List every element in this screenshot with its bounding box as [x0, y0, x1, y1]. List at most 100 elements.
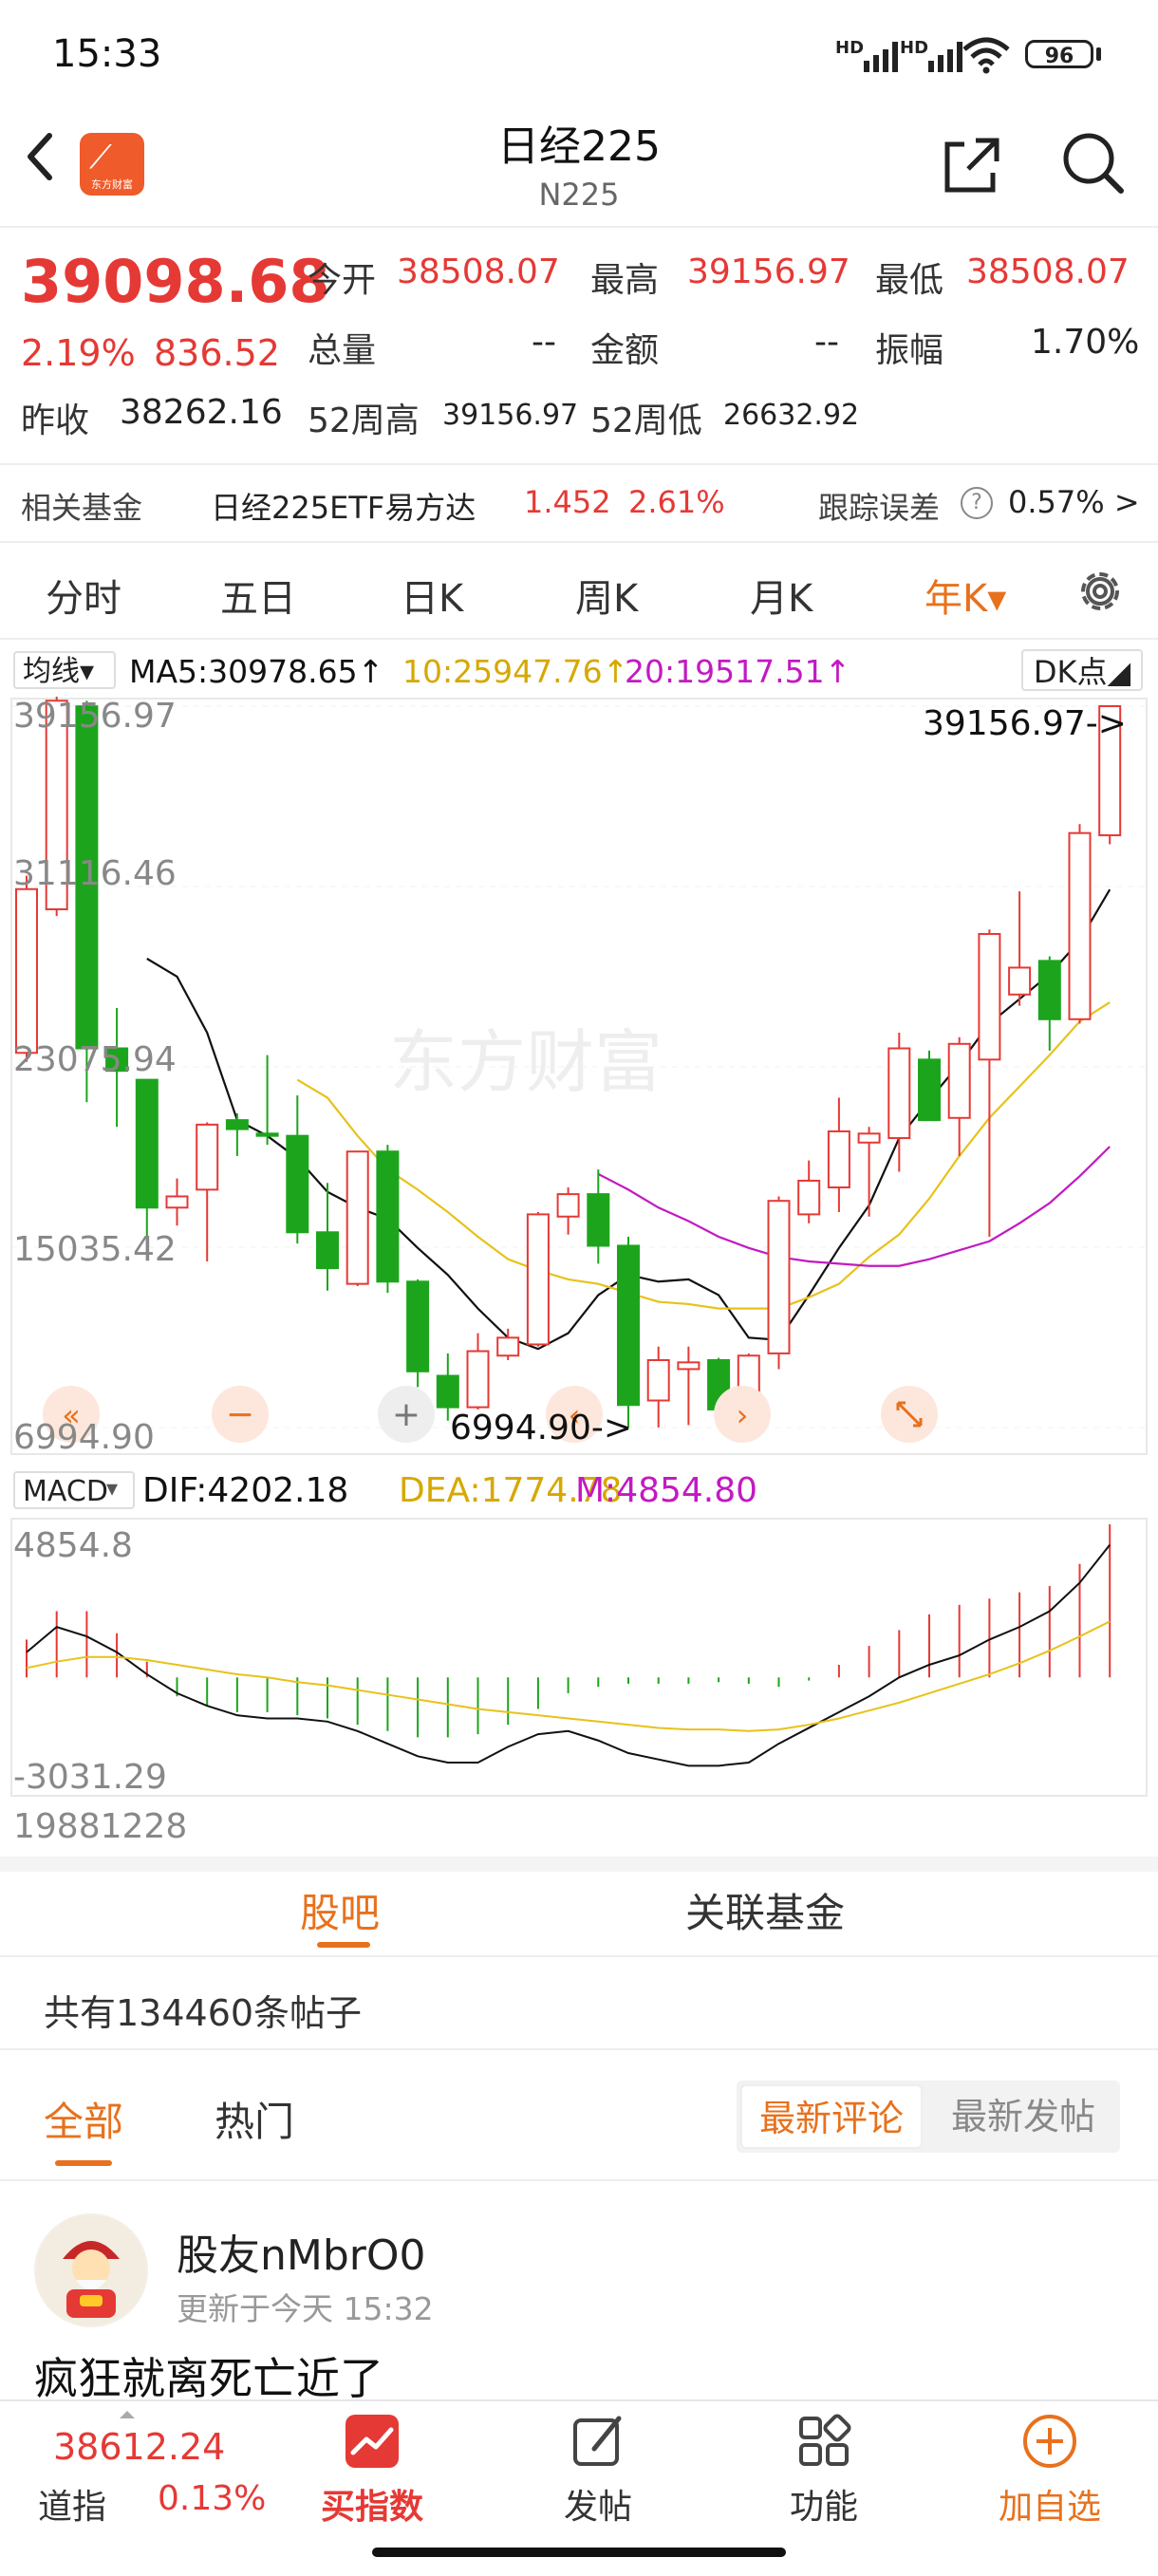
prev-close-label: 昨收 [21, 401, 90, 440]
candle-body[interactable] [767, 1200, 791, 1354]
sort-latest-post[interactable]: 最新发帖 [930, 2084, 1116, 2149]
ma20-line [597, 1146, 1111, 1267]
related-fund-pct: 2.61% [628, 484, 725, 520]
dow-index-value[interactable]: 38612.24 [53, 2426, 225, 2468]
wk52-high-value: 39156.97 [442, 399, 579, 432]
candle-body[interactable] [316, 1231, 339, 1270]
home-indicator[interactable] [372, 2548, 786, 2557]
change-amount: 836.52 [154, 332, 280, 374]
candle-body[interactable] [947, 1042, 971, 1119]
candle-body[interactable] [286, 1134, 309, 1234]
candle-body[interactable] [827, 1129, 850, 1189]
page-title: 日经225 [497, 122, 661, 171]
tab-five-day[interactable]: 五日 [220, 568, 296, 623]
ma20-value: 20:19517.51↑ [625, 653, 851, 690]
battery-icon: 96 [1025, 40, 1093, 68]
tracking-error-value[interactable]: 0.57% > [1008, 484, 1140, 520]
grid-icon[interactable] [795, 2413, 852, 2470]
high-value: 39156.97 [687, 252, 850, 291]
open-label: 今开 [308, 261, 377, 300]
candle-body[interactable] [857, 1132, 881, 1144]
candle-body[interactable] [617, 1244, 640, 1407]
tab-daily-k[interactable]: 日K [401, 568, 463, 623]
dk-point-button[interactable]: DK点◢ [1021, 649, 1143, 691]
logo-text: 东方财富 [91, 178, 133, 191]
signal-1-label: HD [835, 38, 865, 58]
tab-intraday[interactable]: 分时 [46, 568, 121, 623]
wifi-icon [962, 37, 1010, 74]
nav-add-watchlist[interactable]: 加自选 [979, 2479, 1121, 2529]
signal-2-label: HD [900, 38, 929, 58]
filter-hot[interactable]: 热门 [215, 2090, 294, 2148]
candle-body[interactable] [436, 1374, 459, 1409]
volume-label: 总量 [308, 331, 377, 370]
candle-body[interactable] [225, 1119, 249, 1130]
macd-y-bottom: -3031.29 [13, 1758, 167, 1797]
dow-index-label[interactable]: 道指 [38, 2479, 106, 2529]
back-icon[interactable] [21, 128, 59, 185]
high-label: 最高 [590, 261, 660, 300]
macd-dif-line [26, 1544, 1111, 1767]
macd-m: M:4854.80 [575, 1471, 758, 1510]
candle-body[interactable] [646, 1358, 670, 1402]
low-label: 最低 [875, 261, 944, 300]
tab-guba[interactable]: 股吧 [300, 1881, 380, 1939]
sort-latest-comment[interactable]: 最新评论 [740, 2084, 923, 2149]
plus-circle-icon[interactable] [1021, 2413, 1078, 2470]
candle-body[interactable] [406, 1280, 430, 1372]
candle-body[interactable] [135, 1078, 159, 1209]
edit-icon[interactable] [570, 2413, 626, 2470]
tab-related-funds[interactable]: 关联基金 [685, 1881, 845, 1939]
macd-dropdown-icon[interactable]: ▾ [106, 1475, 118, 1502]
volume-value: -- [532, 323, 556, 362]
nav-functions[interactable]: 功能 [753, 2479, 895, 2529]
post-username[interactable]: 股友nMbrO0 [177, 2221, 426, 2282]
candle-body[interactable] [887, 1047, 911, 1140]
dow-index-pct[interactable]: 0.13% [158, 2479, 266, 2518]
candle-body[interactable] [918, 1058, 941, 1122]
tab-weekly-k[interactable]: 周K [575, 568, 638, 623]
candle-body[interactable] [165, 1195, 189, 1209]
related-fund-name[interactable]: 日经225ETF易方达 [211, 484, 476, 528]
macd-y-top: 4854.8 [13, 1526, 133, 1565]
candle-body[interactable] [496, 1336, 520, 1357]
candle-body[interactable] [196, 1123, 219, 1191]
nav-post[interactable]: 发帖 [527, 2479, 669, 2529]
tab-underline [317, 1942, 370, 1948]
tab-monthly-k[interactable]: 月K [750, 568, 812, 623]
signal-2-icon [928, 40, 962, 72]
amount-label: 金额 [590, 331, 660, 370]
x-start-date: 19881228 [13, 1807, 188, 1846]
tracking-error-label: 跟踪误差 [818, 490, 941, 526]
candle-body[interactable] [587, 1193, 610, 1247]
signal-1-icon [864, 40, 898, 72]
candle-body[interactable] [1008, 966, 1032, 996]
tab-yearly-k[interactable]: 年K▾ [925, 568, 1006, 623]
gear-icon[interactable] [1073, 564, 1128, 619]
candle-body[interactable] [1068, 831, 1092, 1020]
chart-trend-icon[interactable] [344, 2413, 401, 2470]
amount-value: -- [814, 323, 839, 362]
expand-up-icon[interactable] [118, 2407, 137, 2420]
candle-body[interactable] [466, 1350, 490, 1409]
candle-body[interactable] [556, 1193, 580, 1218]
candle-body[interactable] [797, 1179, 821, 1216]
y-tick-1: 39156.97 [13, 697, 177, 736]
candle-body[interactable] [526, 1213, 550, 1346]
candle-body[interactable] [677, 1361, 700, 1371]
max-marker: 39156.97-> [923, 704, 1127, 743]
candle-body[interactable] [255, 1132, 279, 1137]
nav-buy-index[interactable]: 买指数 [301, 2479, 443, 2529]
avatar[interactable] [34, 2213, 148, 2327]
filter-all[interactable]: 全部 [44, 2090, 123, 2148]
indicator-select[interactable]: 均线▾ [13, 651, 116, 689]
search-icon[interactable] [1058, 128, 1127, 196]
candle-body[interactable] [376, 1150, 400, 1283]
post-text[interactable]: 疯狂就离死亡近了 [34, 2344, 383, 2407]
candle-body[interactable] [346, 1150, 369, 1285]
candle-body[interactable] [1037, 960, 1061, 1020]
share-icon[interactable] [940, 133, 1004, 197]
candle-body[interactable] [15, 887, 38, 1055]
help-icon[interactable]: ? [961, 487, 993, 519]
candle-body[interactable] [978, 933, 1001, 1061]
